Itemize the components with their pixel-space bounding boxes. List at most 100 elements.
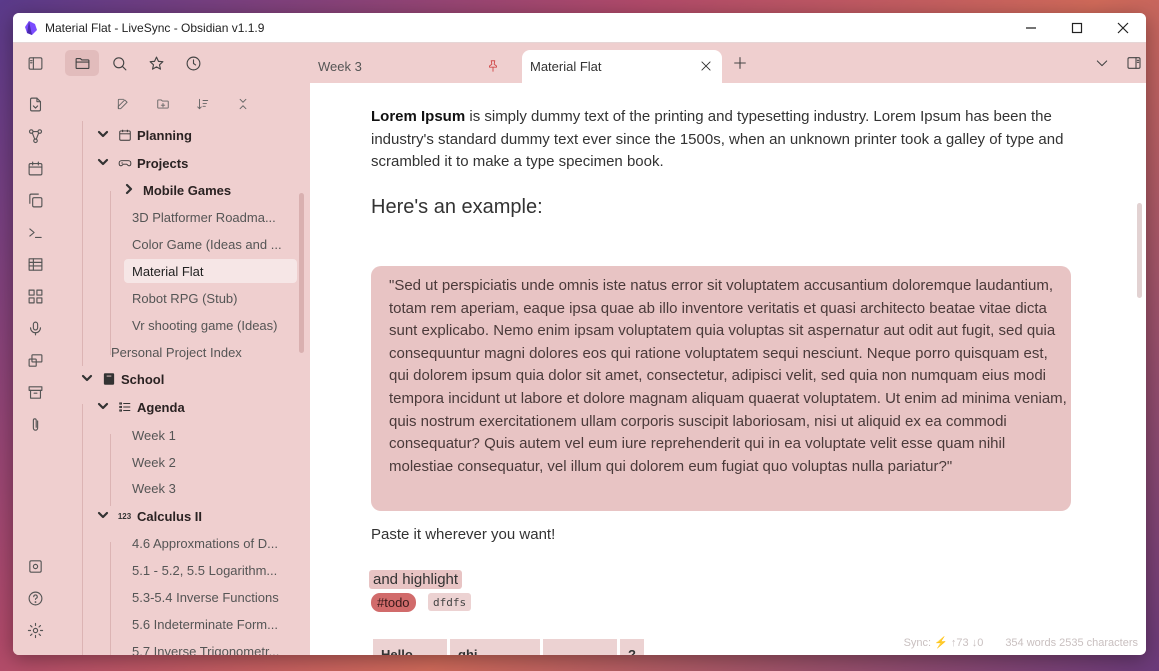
tree-folder-calculus[interactable]: 123 Calculus II	[97, 504, 297, 528]
tree-guide-line	[110, 542, 111, 655]
tree-item-label: 5.3-5.4 Inverse Functions	[132, 589, 279, 605]
file-tree: Planning Projects Mobile Games 3D Platfo…	[57, 121, 297, 655]
plus-icon	[734, 57, 746, 69]
archive-icon[interactable]	[25, 382, 45, 402]
table-header-cell[interactable]: ?	[620, 639, 644, 655]
microphone-icon[interactable]	[25, 318, 45, 338]
new-folder-button[interactable]	[152, 93, 174, 115]
sidebar-toggle-icon[interactable]	[25, 53, 45, 73]
history-icon	[186, 56, 200, 70]
section-heading: Here's an example:	[371, 196, 543, 218]
app-window: Material Flat - LiveSync - Obsidian v1.1…	[13, 13, 1146, 655]
tree-item-label: Material Flat	[132, 263, 204, 279]
tab-week-3[interactable]: Week 3	[310, 50, 510, 83]
folder-icon	[75, 57, 89, 69]
window-title: Material Flat - LiveSync - Obsidian v1.1…	[45, 20, 265, 35]
tab-material-flat[interactable]: Material Flat	[522, 50, 722, 83]
tree-item-label: Planning	[137, 127, 192, 143]
tree-folder-projects[interactable]: Projects	[97, 151, 297, 175]
tree-file[interactable]: Personal Project Index	[103, 340, 297, 364]
tree-file[interactable]: Vr shooting game (Ideas)	[124, 313, 297, 337]
tree-item-label: Week 2	[132, 454, 176, 470]
tree-folder-school[interactable]: School	[81, 367, 297, 391]
tree-item-label: 3D Platformer Roadma...	[132, 209, 276, 225]
sort-icon	[197, 98, 209, 110]
tree-file[interactable]: 5.7 Inverse Trigonometr...	[124, 639, 297, 656]
tree-file[interactable]: Week 3	[124, 476, 297, 500]
sync-icon[interactable]	[25, 350, 45, 370]
tree-folder-mobile-games[interactable]: Mobile Games	[123, 178, 297, 202]
maximize-button[interactable]	[1054, 13, 1100, 43]
calendar-icon[interactable]	[25, 158, 45, 178]
files-tab[interactable]	[65, 50, 99, 76]
tree-guide-line	[110, 434, 111, 506]
dashboard-icon[interactable]	[25, 286, 45, 306]
tab-bar: Week 3 Material Flat	[310, 43, 1146, 83]
pin-icon[interactable]	[486, 59, 500, 73]
tree-file[interactable]: 5.6 Indeterminate Form...	[124, 612, 297, 636]
right-sidebar-toggle[interactable]	[1126, 55, 1144, 73]
new-note-button[interactable]	[112, 93, 134, 115]
paperclip-icon[interactable]	[25, 414, 45, 434]
sort-button[interactable]	[192, 93, 214, 115]
tree-file[interactable]: Color Game (Ideas and ...	[124, 232, 297, 256]
paragraph-text: is simply dummy text of the printing and…	[371, 108, 1064, 170]
quick-switcher-icon[interactable]	[25, 94, 45, 114]
inline-code: dfdfs	[428, 593, 472, 611]
chevron-down-icon	[97, 509, 111, 523]
tree-item-label: Agenda	[137, 399, 185, 415]
recent-tab[interactable]	[176, 50, 210, 76]
bookmarks-tab[interactable]	[139, 50, 173, 76]
sidebar-scrollbar[interactable]	[299, 193, 304, 353]
new-tab-button[interactable]	[732, 55, 750, 73]
close-window-button[interactable]	[1100, 13, 1146, 43]
paste-text: Paste it wherever you want!	[371, 526, 556, 543]
table-header-cell[interactable]: ghi	[450, 639, 540, 655]
intro-paragraph: Lorem Ipsum is simply dummy text of the …	[371, 106, 1071, 174]
tree-folder-planning[interactable]: Planning	[97, 123, 297, 147]
tree-file[interactable]: Robot RPG (Stub)	[124, 286, 297, 310]
tree-file[interactable]: Week 1	[124, 423, 297, 447]
tree-file[interactable]: Week 2	[124, 450, 297, 474]
settings-icon[interactable]	[25, 620, 45, 640]
new-folder-icon	[157, 99, 169, 109]
chevron-right-icon	[123, 183, 137, 197]
table-icon[interactable]	[25, 254, 45, 274]
help-icon[interactable]	[25, 588, 45, 608]
editor-pane[interactable]: Lorem Ipsum is simply dummy text of the …	[310, 83, 1146, 655]
copy-icon[interactable]	[25, 190, 45, 210]
word-count: 354 words 2535 characters	[1005, 636, 1138, 649]
table-header-cell[interactable]: Hello	[373, 639, 447, 655]
status-bar: Sync: ⚡ ↑73 ↓0 354 words 2535 characters	[904, 636, 1138, 650]
tree-guide-line	[110, 191, 111, 355]
tab-list-button[interactable]	[1094, 55, 1112, 73]
tree-item-label: 5.1 - 5.2, 5.5 Logarithm...	[132, 562, 278, 578]
todo-tag[interactable]: #todo	[371, 593, 416, 612]
tree-file[interactable]: 5.1 - 5.2, 5.5 Logarithm...	[124, 558, 297, 582]
star-icon	[149, 56, 163, 70]
tree-folder-agenda[interactable]: Agenda	[97, 395, 297, 419]
tree-file-selected[interactable]: Material Flat	[124, 259, 297, 283]
tree-file[interactable]: 4.6 Approxmations of D...	[124, 531, 297, 555]
table-header-cell[interactable]	[543, 639, 617, 655]
numbers-icon: 123	[117, 511, 132, 521]
calendar-icon	[117, 128, 132, 143]
close-tab-icon[interactable]	[699, 59, 713, 73]
vault-icon[interactable]	[25, 556, 45, 576]
tree-item-label: 5.7 Inverse Trigonometr...	[132, 643, 280, 656]
chevron-down-icon	[97, 128, 111, 142]
editor-scrollbar[interactable]	[1137, 203, 1142, 298]
tree-item-label: Personal Project Index	[111, 344, 242, 360]
graph-icon[interactable]	[25, 126, 45, 146]
tree-item-label: Week 3	[132, 480, 176, 496]
terminal-icon[interactable]	[25, 222, 45, 242]
tree-file[interactable]: 5.3-5.4 Inverse Functions	[124, 585, 297, 609]
collapse-all-button[interactable]	[232, 93, 254, 115]
sync-status[interactable]: Sync: ⚡ ↑73 ↓0	[904, 636, 984, 649]
tree-file[interactable]: 3D Platformer Roadma...	[124, 205, 297, 229]
search-tab[interactable]	[102, 50, 136, 76]
minimize-button[interactable]	[1008, 13, 1054, 43]
tree-item-label: Mobile Games	[143, 182, 232, 198]
tree-item-label: 5.6 Indeterminate Form...	[132, 616, 278, 632]
tree-item-label: School	[121, 371, 165, 387]
